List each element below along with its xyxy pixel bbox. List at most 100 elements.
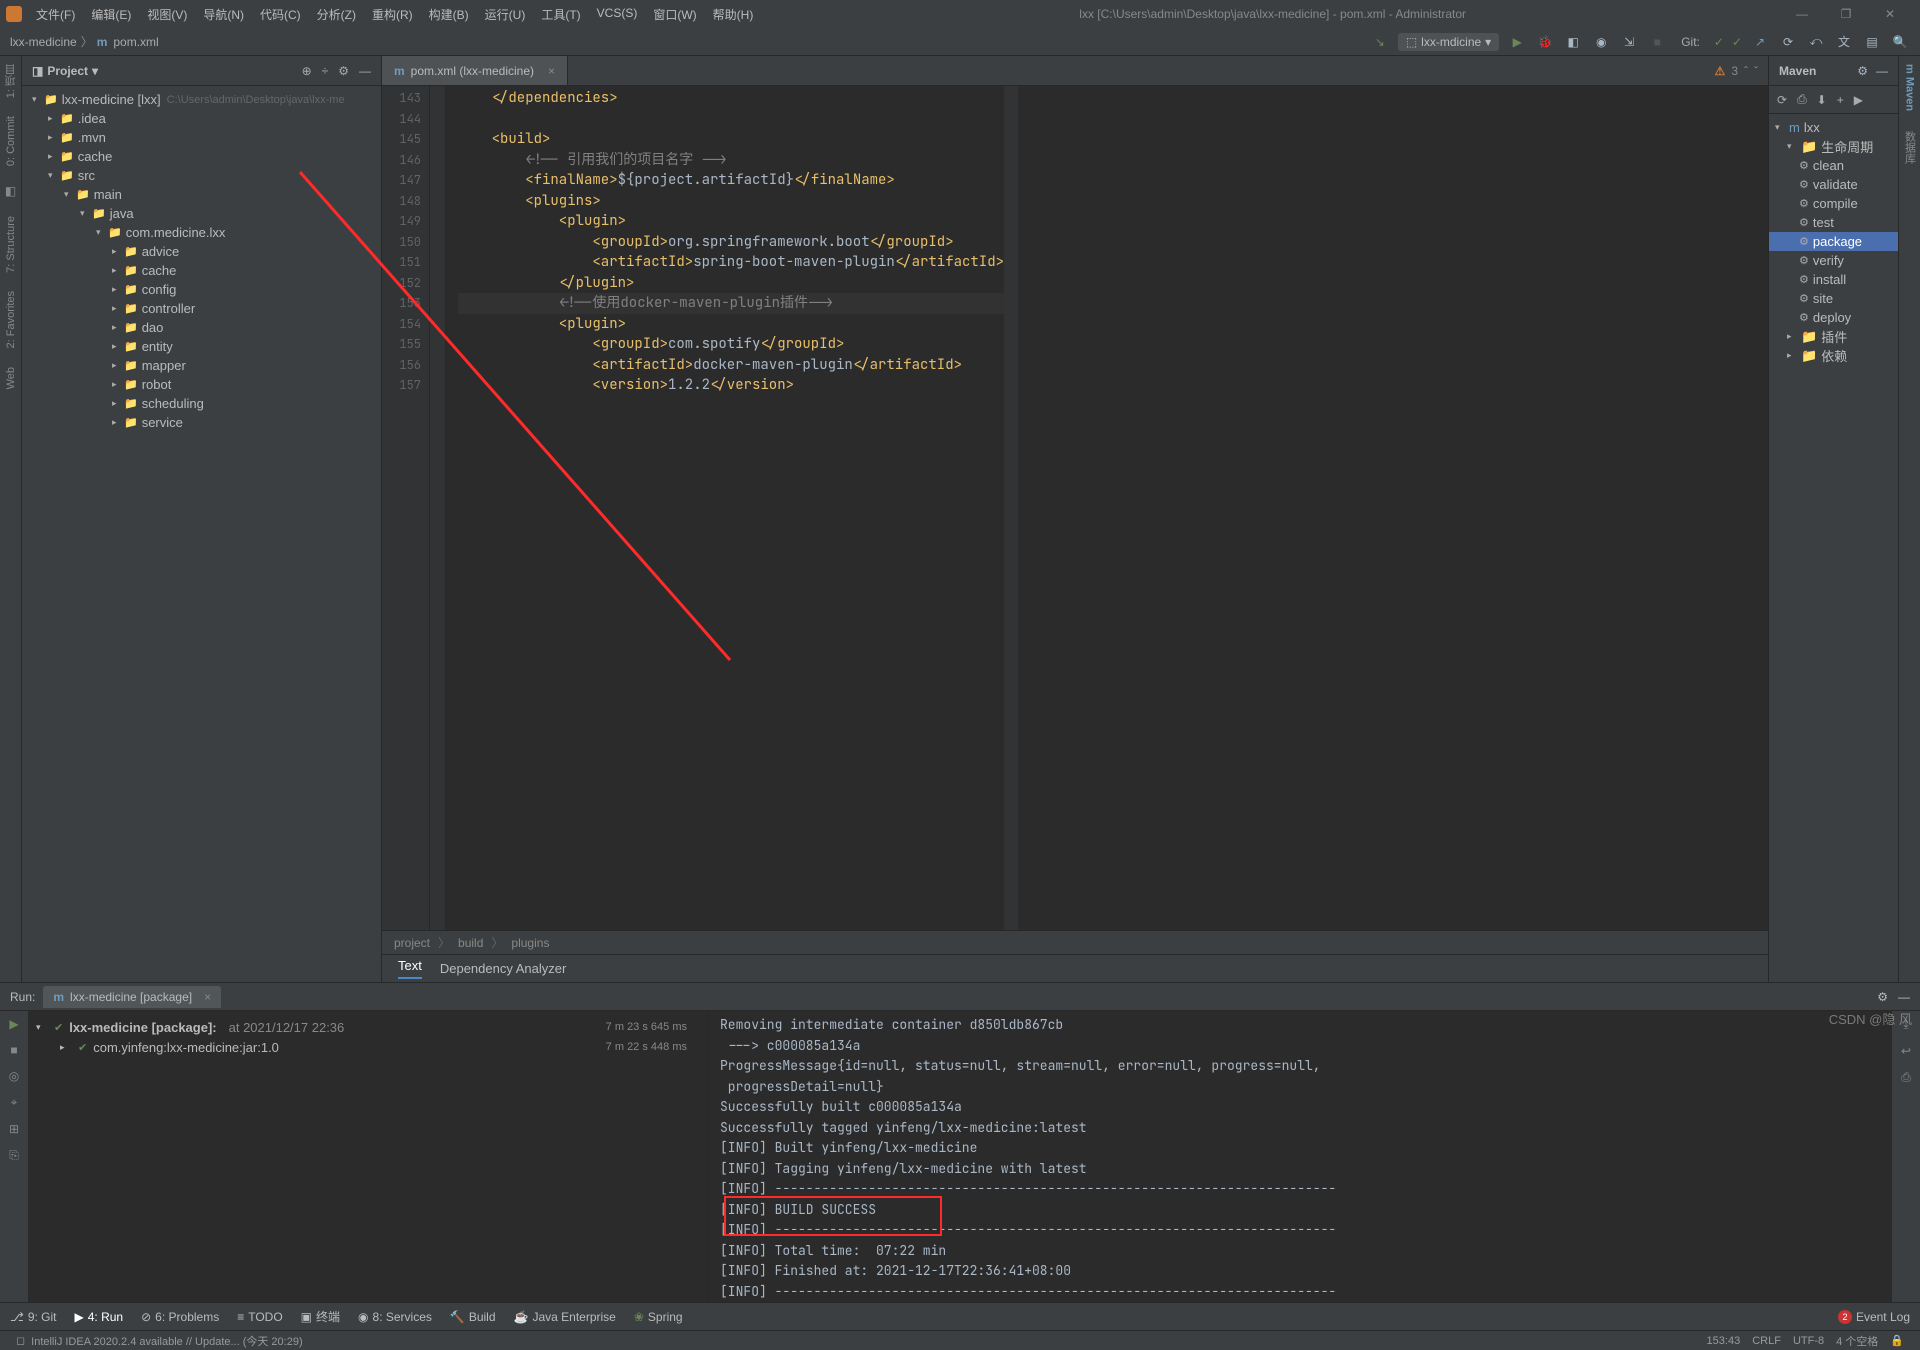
- bottom-terminal[interactable]: ▣终端: [301, 1308, 340, 1325]
- close-icon[interactable]: ×: [204, 990, 211, 1004]
- editor-tab-pom[interactable]: m pom.xml (lxx-medicine) ×: [382, 56, 568, 85]
- gear-icon[interactable]: ⚙: [1857, 64, 1868, 78]
- git-push-icon[interactable]: ↗: [1750, 32, 1770, 52]
- translation-icon[interactable]: ⽂: [1834, 32, 1854, 52]
- tab-commit[interactable]: 0: Commit: [5, 116, 17, 166]
- encoding[interactable]: UTF-8: [1787, 1335, 1830, 1347]
- hide-icon[interactable]: —: [1898, 990, 1910, 1004]
- run-icon[interactable]: ▶: [1854, 93, 1863, 107]
- indicator-icon[interactable]: ◻: [10, 1334, 31, 1347]
- bottom-run[interactable]: ▶4: Run: [75, 1310, 124, 1324]
- menu-tools[interactable]: 工具(T): [535, 4, 586, 25]
- target-icon[interactable]: ◎: [9, 1069, 19, 1083]
- menu-build[interactable]: 构建(B): [423, 4, 475, 25]
- tree-config[interactable]: ▸📁config: [22, 280, 381, 299]
- project-title[interactable]: ◨ Project ▾: [32, 64, 98, 78]
- maven-root[interactable]: ▾mlxx: [1769, 118, 1898, 137]
- crumb-plugins[interactable]: plugins: [511, 936, 549, 950]
- tab-database[interactable]: 数据库: [1902, 131, 1918, 164]
- gear-icon[interactable]: ⚙: [1877, 990, 1888, 1004]
- debug-icon[interactable]: 🐞: [1535, 32, 1555, 52]
- target-icon[interactable]: ⊕: [302, 64, 312, 78]
- close-icon[interactable]: ✕: [1874, 7, 1906, 21]
- menu-edit[interactable]: 编辑(E): [85, 4, 137, 25]
- event-log[interactable]: 2 Event Log: [1838, 1310, 1910, 1324]
- generate-icon[interactable]: ⎙: [1797, 92, 1807, 107]
- bottom-problems[interactable]: ⊘6: Problems: [141, 1310, 219, 1324]
- maven-site[interactable]: ⚙site: [1769, 289, 1898, 308]
- hammer-icon[interactable]: ↘: [1370, 32, 1390, 52]
- print-icon[interactable]: ⎙: [1901, 1070, 1911, 1085]
- tree-controller[interactable]: ▸📁controller: [22, 299, 381, 318]
- git-commit-icon[interactable]: ✓: [1732, 35, 1742, 49]
- stop-icon[interactable]: ■: [10, 1043, 17, 1057]
- maven-verify[interactable]: ⚙verify: [1769, 251, 1898, 270]
- nav-up-icon[interactable]: ˆ: [1744, 64, 1748, 78]
- tree-pkg[interactable]: ▾📁com.medicine.lxx: [22, 223, 381, 242]
- maven-test[interactable]: ⚙test: [1769, 213, 1898, 232]
- maven-validate[interactable]: ⚙validate: [1769, 175, 1898, 194]
- cursor-position[interactable]: 153:43: [1701, 1335, 1747, 1347]
- bottom-todo[interactable]: ≡TODO: [237, 1310, 282, 1324]
- indent[interactable]: 4 个空格: [1830, 1333, 1884, 1349]
- menu-refactor[interactable]: 重构(R): [366, 4, 419, 25]
- breadcrumb-file[interactable]: pom.xml: [113, 35, 158, 49]
- maven-plugins[interactable]: ▸📁插件: [1769, 327, 1898, 346]
- code-editor[interactable]: 1431441451461471481491501511521531541551…: [382, 86, 1768, 930]
- tab-web[interactable]: Web: [5, 367, 17, 389]
- tree-scheduling[interactable]: ▸📁scheduling: [22, 394, 381, 413]
- wrap-icon[interactable]: ↩: [1901, 1044, 1911, 1058]
- tab-structure[interactable]: 7: Structure: [5, 216, 17, 273]
- profile-icon[interactable]: ◉: [1591, 32, 1611, 52]
- pin-icon[interactable]: ⎘: [9, 1148, 19, 1163]
- tree-main[interactable]: ▾📁main: [22, 185, 381, 204]
- filter-icon[interactable]: ⌖: [11, 1095, 18, 1110]
- tree-dao[interactable]: ▸📁dao: [22, 318, 381, 337]
- maven-compile[interactable]: ⚙compile: [1769, 194, 1898, 213]
- tree-java[interactable]: ▾📁java: [22, 204, 381, 223]
- menu-run[interactable]: 运行(U): [479, 4, 532, 25]
- tree-mvn[interactable]: ▸📁.mvn: [22, 128, 381, 147]
- nav-down-icon[interactable]: ˇ: [1754, 64, 1758, 78]
- project-tree[interactable]: ▾📁 lxx-medicine [lxx] C:\Users\admin\Des…: [22, 86, 381, 436]
- editor-scrollbar[interactable]: [1004, 86, 1018, 930]
- breadcrumb-project[interactable]: lxx-medicine: [10, 35, 77, 49]
- run-tree-child[interactable]: ▸✔ com.yinfeng:lxx-medicine:jar:1.0 7 m …: [36, 1037, 699, 1057]
- inspection-widget[interactable]: ⚠ 3 ˆ ˇ: [1715, 64, 1758, 78]
- tree-cache2[interactable]: ▸📁cache: [22, 261, 381, 280]
- run-config-selector[interactable]: ⬚ lxx-mdicine ▾: [1398, 33, 1499, 51]
- bookmarks-icon[interactable]: ◧: [5, 184, 16, 198]
- tree-root[interactable]: ▾📁 lxx-medicine [lxx] C:\Users\admin\Des…: [22, 90, 381, 109]
- minimize-icon[interactable]: —: [1786, 7, 1818, 21]
- bottom-build[interactable]: 🔨Build: [450, 1310, 496, 1324]
- crumb-project[interactable]: project: [394, 936, 430, 950]
- structure-icon[interactable]: ▤: [1862, 32, 1882, 52]
- coverage-icon[interactable]: ◧: [1563, 32, 1583, 52]
- menu-analyze[interactable]: 分析(Z): [311, 4, 362, 25]
- tree-idea[interactable]: ▸📁.idea: [22, 109, 381, 128]
- tab-project[interactable]: 1: 项目: [3, 64, 19, 98]
- gear-icon[interactable]: ⚙: [338, 64, 349, 78]
- status-hint[interactable]: IntelliJ IDEA 2020.2.4 available // Upda…: [31, 1333, 1700, 1349]
- git-update-icon[interactable]: ✓: [1714, 35, 1724, 49]
- bottom-spring[interactable]: ❀Spring: [634, 1310, 683, 1324]
- bottom-git[interactable]: ⎇9: Git: [10, 1310, 57, 1324]
- menu-navigate[interactable]: 导航(N): [197, 4, 250, 25]
- download-icon[interactable]: ⬇: [1817, 93, 1827, 107]
- maven-package[interactable]: ⚙package: [1769, 232, 1898, 251]
- bottom-services[interactable]: ◉8: Services: [358, 1310, 432, 1324]
- maven-tree[interactable]: ▾mlxx ▾📁生命周期 ⚙clean ⚙validate ⚙compile ⚙…: [1769, 114, 1898, 369]
- tree-robot[interactable]: ▸📁robot: [22, 375, 381, 394]
- menu-window[interactable]: 窗口(W): [647, 4, 702, 25]
- tree-mapper[interactable]: ▸📁mapper: [22, 356, 381, 375]
- maven-deploy[interactable]: ⚙deploy: [1769, 308, 1898, 327]
- tab-maven[interactable]: m Maven: [1904, 64, 1916, 111]
- maven-deps[interactable]: ▸📁依赖: [1769, 346, 1898, 365]
- run-icon[interactable]: ▶: [1507, 32, 1527, 52]
- maven-lifecycle[interactable]: ▾📁生命周期: [1769, 137, 1898, 156]
- git-rollback-icon[interactable]: ⤺: [1806, 32, 1826, 52]
- hide-icon[interactable]: —: [359, 64, 371, 78]
- run-tree-root[interactable]: ▾✔ lxx-medicine [package]: at 2021/12/17…: [36, 1017, 699, 1037]
- git-history-icon[interactable]: ⟳: [1778, 32, 1798, 52]
- stop-icon[interactable]: ■: [1647, 32, 1667, 52]
